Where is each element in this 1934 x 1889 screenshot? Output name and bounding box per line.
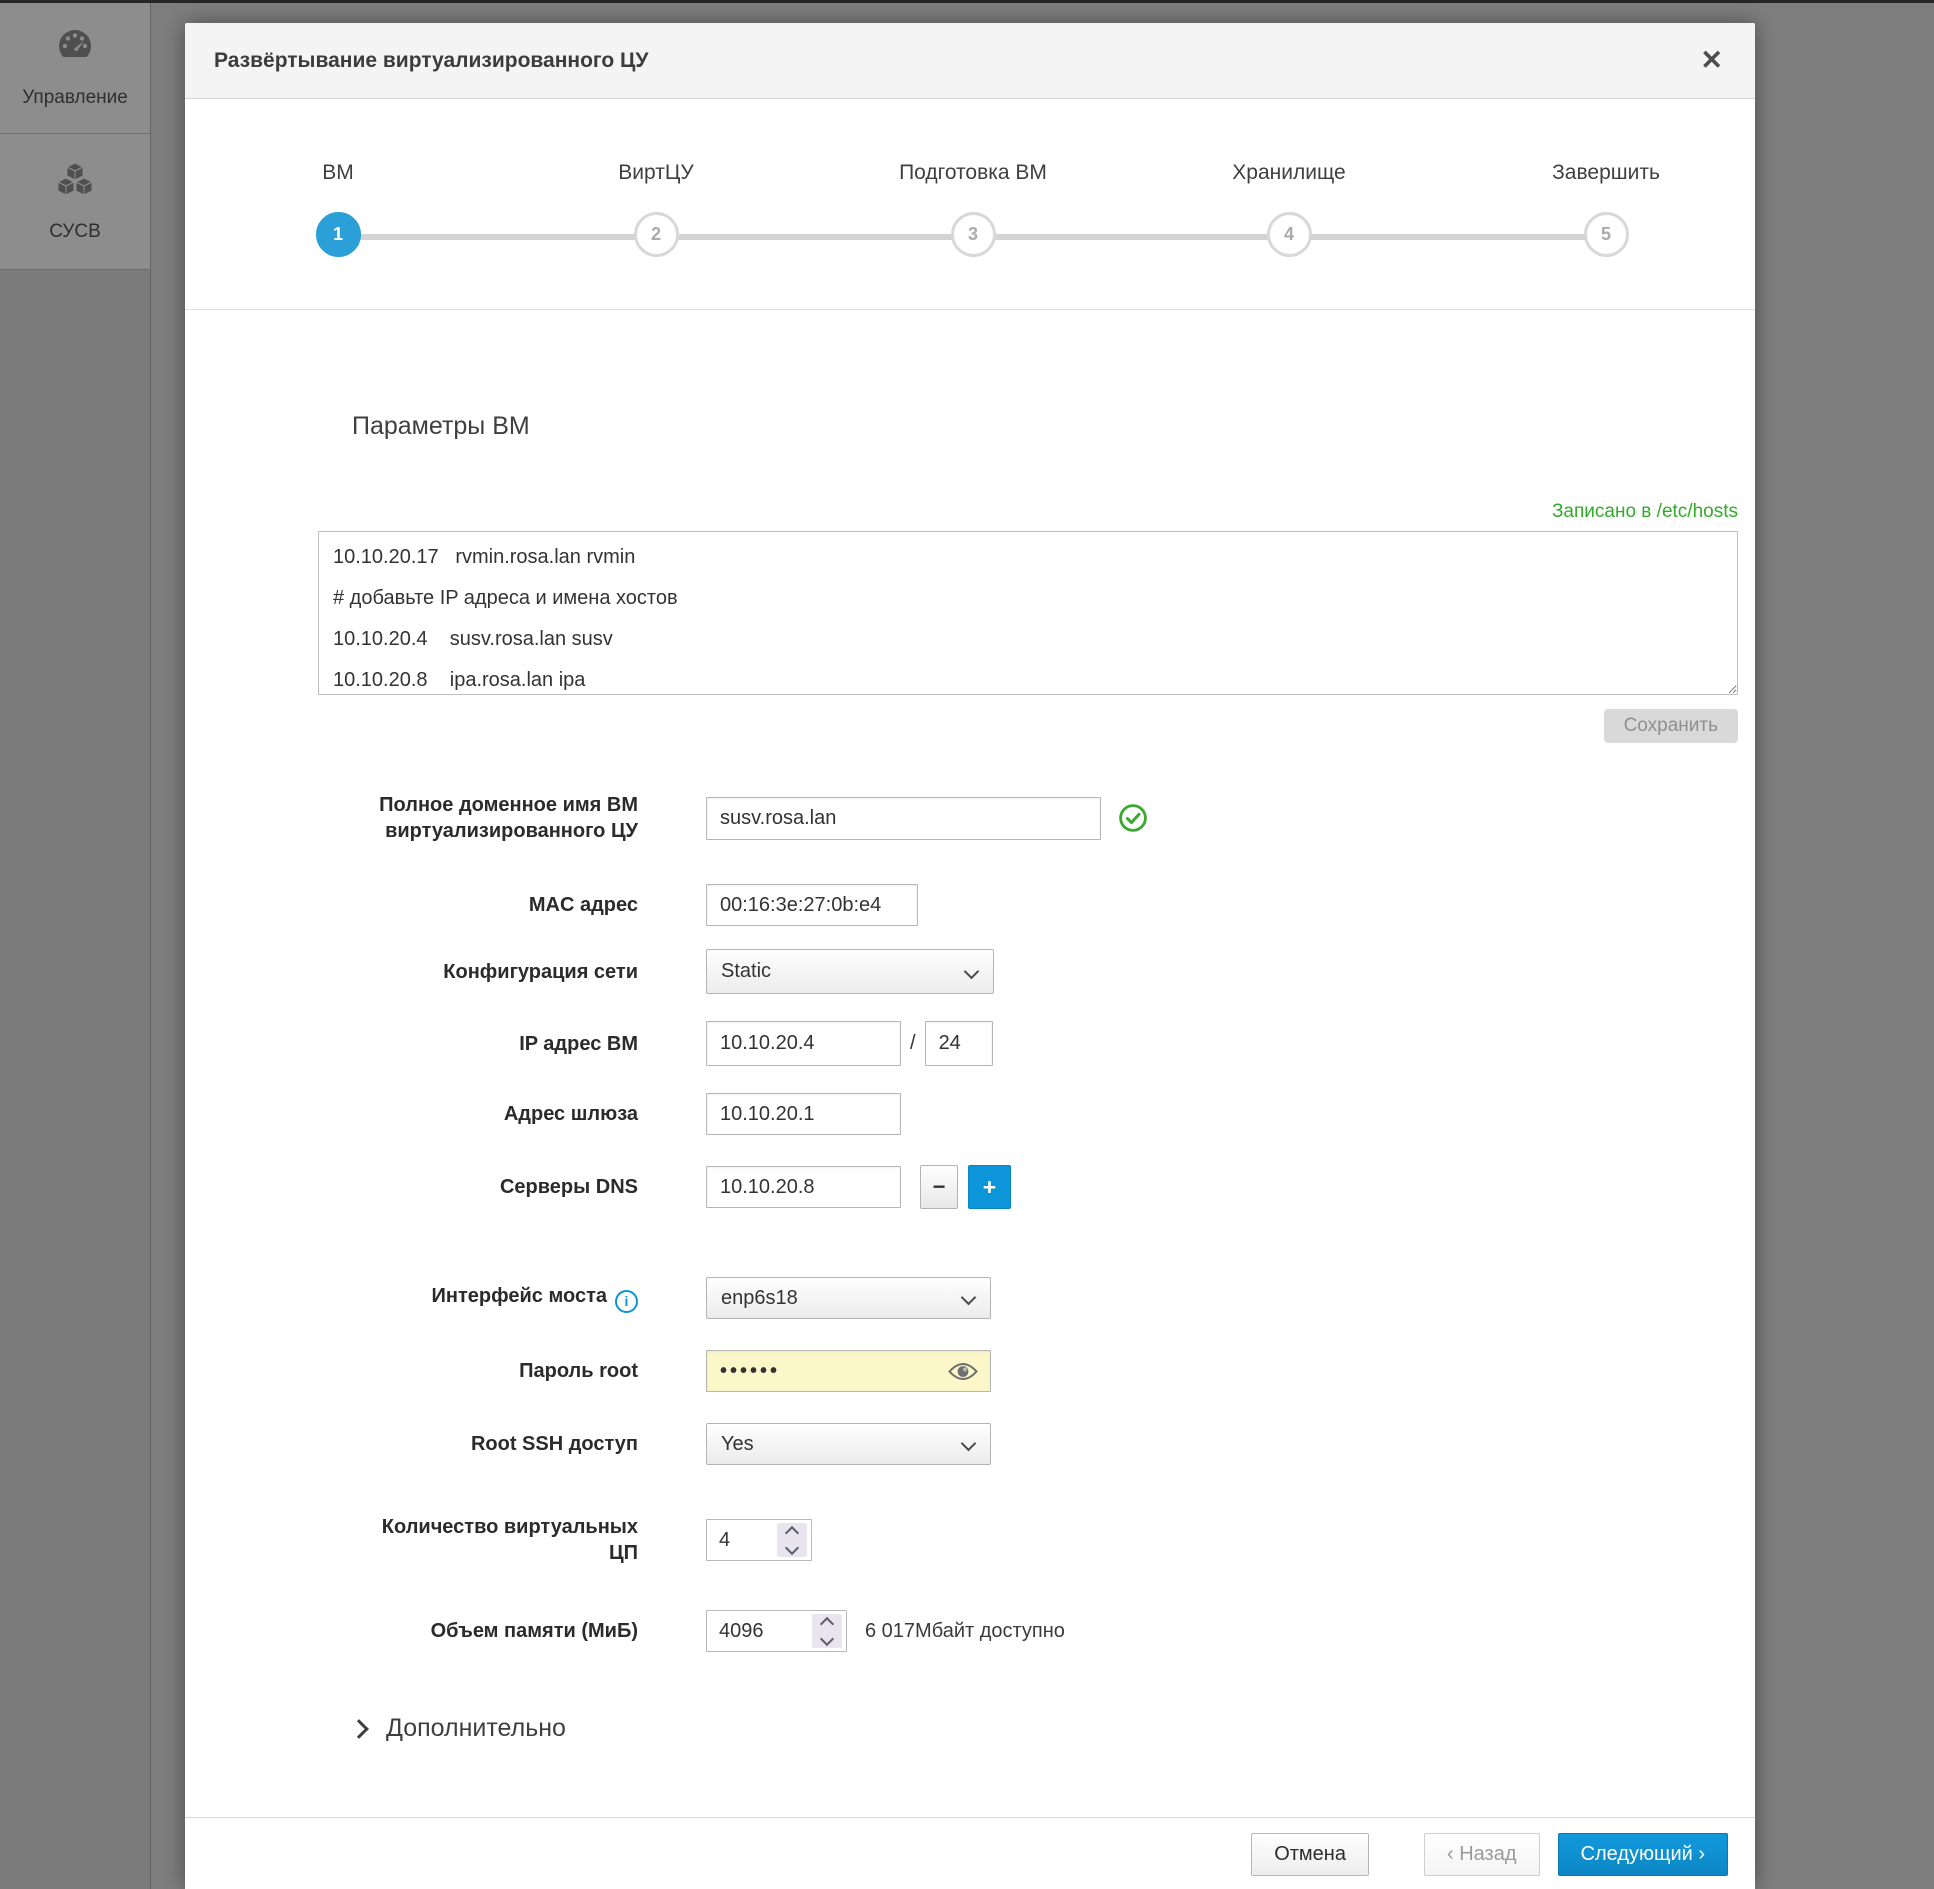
form-row-fqdn: Полное доменное имя ВМ виртуализированно…: [185, 792, 1755, 844]
sidebar-item-susv[interactable]: СУСВ: [0, 134, 150, 270]
fqdn-label: Полное доменное имя ВМ виртуализированно…: [379, 792, 638, 844]
memory-available-text: 6 017Мбайт доступно: [865, 1620, 1065, 1643]
fqdn-input[interactable]: [706, 797, 1101, 840]
sidebar-item-label: Управление: [22, 87, 128, 109]
bridge-interface-select[interactable]: enp6s18: [706, 1277, 991, 1319]
next-button[interactable]: Следующий ›: [1558, 1833, 1728, 1876]
chevron-down-icon: [785, 1540, 799, 1554]
form-row-ip: IP адрес ВМ /: [185, 1021, 1755, 1066]
step-circle-1: 1: [316, 212, 361, 257]
bridge-label: Интерфейс мостаi: [432, 1283, 638, 1313]
back-button[interactable]: ‹ Назад: [1424, 1833, 1540, 1876]
close-icon[interactable]: ✕: [1694, 23, 1729, 98]
dialog-title: Развёртывание виртуализированного ЦУ: [185, 23, 1755, 98]
gateway-input[interactable]: [706, 1093, 901, 1135]
form-row-mac: MAC адрес: [185, 884, 1755, 926]
eye-icon[interactable]: [947, 1361, 979, 1387]
root-ssh-label: Root SSH доступ: [471, 1431, 638, 1457]
chevron-up-icon: [785, 1525, 799, 1539]
sidebar-item-management[interactable]: Управление: [0, 3, 150, 134]
hosts-status-text: Записано в /etc/hosts: [318, 501, 1738, 523]
step-circle-4: 4: [1267, 212, 1312, 257]
advanced-expander[interactable]: Дополнительно: [352, 1714, 1755, 1743]
chevron-right-icon: [349, 1719, 369, 1739]
network-config-label: Конфигурация сети: [443, 959, 638, 985]
vm-parameters-form: Полное доменное имя ВМ виртуализированно…: [185, 792, 1755, 1652]
gateway-label: Адрес шлюза: [504, 1101, 638, 1127]
page-title: Параметры ВМ: [352, 412, 1755, 441]
step-circle-2: 2: [634, 212, 679, 257]
chevron-up-icon: [820, 1616, 834, 1630]
form-row-root-password: Пароль root: [185, 1350, 1755, 1392]
chevron-down-icon: [961, 1436, 977, 1452]
save-button[interactable]: Сохранить: [1604, 709, 1738, 743]
vcpus-label: Количество виртуальных ЦП: [382, 1514, 638, 1566]
advanced-label: Дополнительно: [386, 1714, 566, 1743]
top-navbar: [0, 0, 1934, 3]
root-ssh-select[interactable]: Yes: [706, 1423, 991, 1465]
hosts-textarea[interactable]: 10.10.20.17 rvmin.rosa.lan rvmin # добав…: [318, 531, 1738, 695]
memory-label: Объем памяти (МиБ): [431, 1618, 638, 1644]
form-row-vcpus: Количество виртуальных ЦП 4: [185, 1514, 1755, 1566]
ip-address-input[interactable]: [706, 1021, 901, 1066]
gauge-icon: [54, 27, 96, 73]
wizard-step-finish[interactable]: Завершить 5: [1496, 161, 1716, 257]
sidebar: Управление СУСВ: [0, 3, 151, 1889]
deploy-wizard-dialog: Развёртывание виртуализированного ЦУ ✕ В…: [185, 23, 1755, 1889]
ip-prefix-separator: /: [910, 1032, 916, 1055]
screen: Управление СУСВ Развёртывание виртуализи…: [0, 0, 1934, 1889]
mac-address-input[interactable]: [706, 884, 918, 926]
chevron-down-icon: [961, 1290, 977, 1306]
stepper-arrows[interactable]: [777, 1523, 807, 1557]
step-circle-3: 3: [951, 212, 996, 257]
mac-label: MAC адрес: [529, 892, 638, 918]
wizard-step-storage[interactable]: Хранилище 4: [1179, 161, 1399, 257]
form-row-bridge: Интерфейс мостаi enp6s18: [185, 1277, 1755, 1319]
ip-prefix-input[interactable]: [925, 1021, 993, 1066]
root-password-label: Пароль root: [519, 1358, 638, 1384]
hosts-editor: Записано в /etc/hosts 10.10.20.17 rvmin.…: [318, 501, 1738, 743]
form-row-dns: Серверы DNS − +: [185, 1165, 1755, 1209]
add-dns-button[interactable]: +: [968, 1165, 1011, 1209]
wizard-step-virtcu[interactable]: ВиртЦУ 2: [546, 161, 766, 257]
wizard-step-vm-prepare[interactable]: Подготовка ВМ 3: [863, 161, 1083, 257]
remove-dns-button[interactable]: −: [920, 1165, 958, 1209]
wizard-page-content: Параметры ВМ Записано в /etc/hosts 10.10…: [185, 310, 1755, 1817]
dialog-header: Развёртывание виртуализированного ЦУ ✕: [185, 23, 1755, 99]
save-row: Сохранить: [318, 709, 1738, 743]
cancel-button[interactable]: Отмена: [1251, 1833, 1369, 1876]
ip-label: IP адрес ВМ: [519, 1031, 638, 1057]
form-row-memory: Объем памяти (МиБ) 4096 6 017Мбайт досту…: [185, 1610, 1755, 1652]
info-icon[interactable]: i: [615, 1290, 638, 1313]
valid-check-icon: [1118, 803, 1148, 833]
vcpus-stepper: 4: [706, 1519, 812, 1561]
stepper-arrows[interactable]: [812, 1614, 842, 1648]
sidebar-item-label: СУСВ: [49, 221, 101, 243]
form-row-gateway: Адрес шлюза: [185, 1093, 1755, 1135]
form-row-network-config: Конфигурация сети Static: [185, 949, 1755, 994]
dialog-footer: Отмена ‹ Назад Следующий ›: [185, 1817, 1755, 1889]
form-row-root-ssh: Root SSH доступ Yes: [185, 1423, 1755, 1465]
dns-server-input[interactable]: [706, 1166, 901, 1208]
dialog-body: ВМ 1 ВиртЦУ 2 Подготовка ВМ 3 Хранилище …: [185, 99, 1755, 1889]
memory-stepper: 4096: [706, 1610, 847, 1652]
cubes-icon: [53, 161, 97, 207]
step-circle-5: 5: [1584, 212, 1629, 257]
dns-label: Серверы DNS: [500, 1174, 638, 1200]
wizard-step-vm[interactable]: ВМ 1: [228, 161, 448, 257]
network-config-select[interactable]: Static: [706, 949, 994, 994]
chevron-down-icon: [820, 1631, 834, 1645]
chevron-down-icon: [964, 964, 980, 980]
